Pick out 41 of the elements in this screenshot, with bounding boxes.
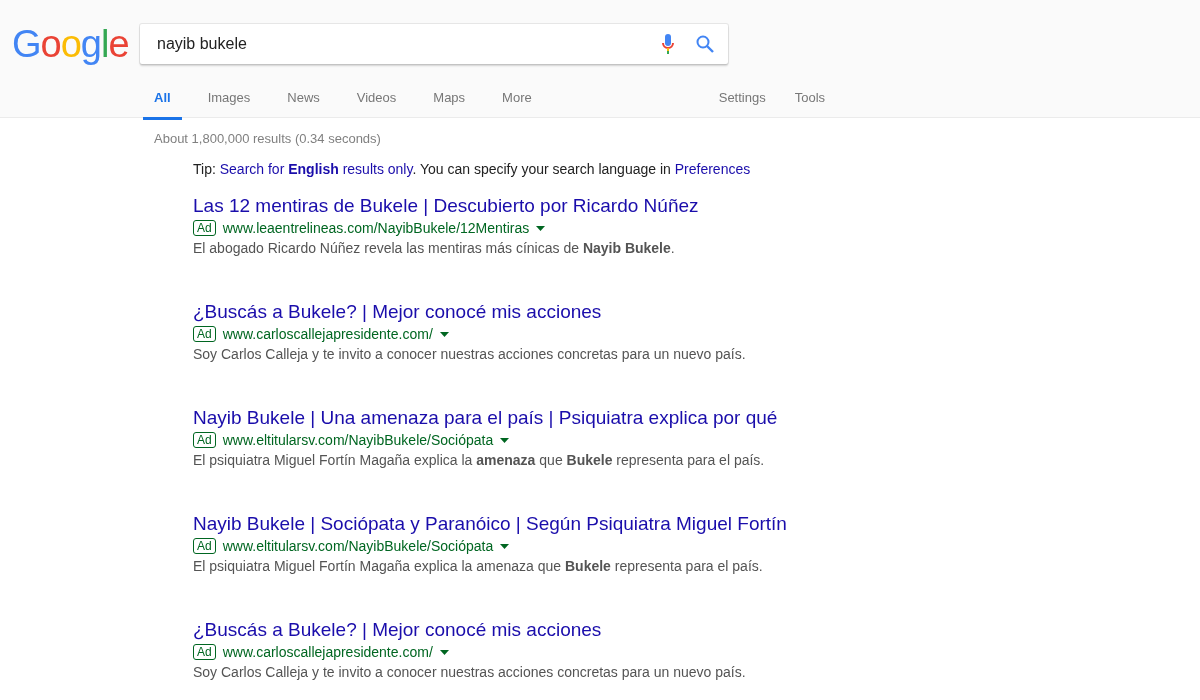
caret-icon[interactable]: [500, 437, 510, 443]
nav-tab[interactable]: Images: [196, 84, 262, 120]
nav-tab[interactable]: News: [276, 84, 331, 120]
nav-tab[interactable]: Videos: [345, 84, 408, 120]
tip-text: Tip: Search for English results only. You can specify your search language in Preferences: [193, 161, 752, 177]
caret-icon[interactable]: [500, 543, 510, 549]
caret-icon[interactable]: [439, 649, 449, 655]
result-url: www.eltitularsv.com/NayibBukele/Sociópata: [222, 538, 494, 554]
nav-tab[interactable]: All: [143, 84, 182, 120]
nav-tool-link[interactable]: Tools: [783, 84, 837, 120]
result-title-link[interactable]: Nayib Bukele | Una amenaza para el país | Psiquiatra explica por qué: [193, 407, 778, 428]
result-description: Soy Carlos Calleja y te invito a conocer nuestras acciones concretas para un nuevo país.: [193, 664, 747, 680]
result-description: Soy Carlos Calleja y te invito a conocer nuestras acciones concretas para un nuevo país.: [193, 346, 747, 362]
result-description: El psiquiatra Miguel Fortín Magaña explica la amenaza que Bukele representa para el país.: [193, 452, 766, 468]
caret-icon[interactable]: [536, 225, 546, 231]
search-input[interactable]: nayib bukele: [155, 34, 662, 54]
ad-label: Ad: [193, 326, 216, 342]
result-title-link[interactable]: ¿Buscás a Bukele? | Mejor conocé mis acciones: [193, 301, 602, 322]
microphone-icon[interactable]: [662, 34, 674, 54]
nav-tool-link[interactable]: Settings: [707, 84, 777, 120]
ad-label: Ad: [193, 644, 216, 660]
nav-tab[interactable]: More: [491, 84, 543, 120]
ad-label: Ad: [193, 220, 216, 236]
search-field[interactable]: nayib bukele: [140, 24, 728, 64]
caret-icon[interactable]: [439, 331, 449, 337]
preferences-link[interactable]: Preferences: [674, 161, 751, 177]
result-stats: About 1,800,000 results (0.34 seconds): [154, 131, 382, 146]
ad-label: Ad: [193, 538, 216, 554]
result-url: www.eltitularsv.com/NayibBukele/Sociópata: [222, 432, 494, 448]
result-title-link[interactable]: Las 12 mentiras de Bukele | Descubierto por Ricardo Núñez: [193, 195, 699, 216]
result-description: El abogado Ricardo Núñez revela las mentiras más cínicas de Nayib Bukele.: [193, 240, 676, 256]
result-description: El psiquiatra Miguel Fortín Magaña explica la amenaza que Bukele representa para el país.: [193, 558, 764, 574]
nav-tab[interactable]: Maps: [422, 84, 477, 120]
logo[interactable]: Google: [12, 24, 127, 64]
result-title-link[interactable]: Nayib Bukele | Sociópata y Paranóico | Según Psiquiatra Miguel Fortín: [193, 513, 787, 534]
result-title-link[interactable]: ¿Buscás a Bukele? | Mejor conocé mis acciones: [193, 619, 602, 640]
ad-label: Ad: [193, 432, 216, 448]
result-url: www.leaentrelineas.com/NayibBukele/12Mentiras: [222, 220, 530, 236]
result-url: www.carloscallejapresidente.com/: [222, 326, 433, 342]
search-icon[interactable]: [696, 35, 714, 53]
result-url: www.carloscallejapresidente.com/: [222, 644, 433, 660]
